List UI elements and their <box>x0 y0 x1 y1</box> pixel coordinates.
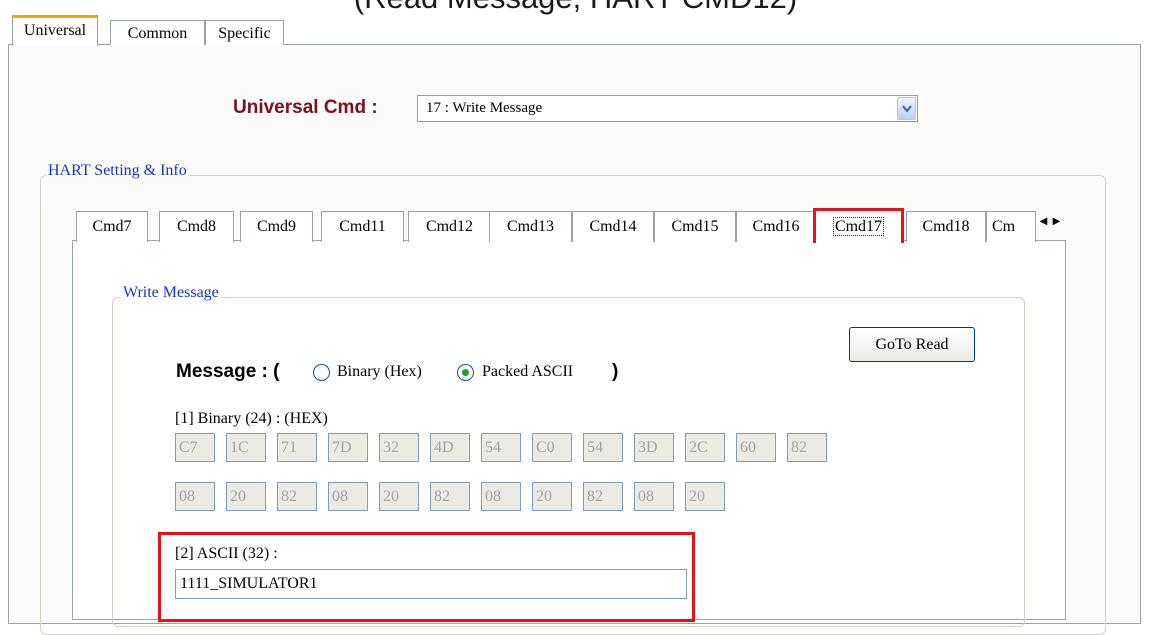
ascii-field-label: [2] ASCII (32) : <box>175 545 278 562</box>
universal-cmd-select[interactable]: 17 : Write Message <box>417 95 918 122</box>
tab-cmd16[interactable]: Cmd16 <box>736 211 816 242</box>
hex-byte-field[interactable]: 60 <box>736 433 776 462</box>
goto-read-button[interactable]: GoTo Read <box>849 327 975 362</box>
hex-byte-field[interactable]: 08 <box>481 482 521 511</box>
radio-binary-hex-label: Binary (Hex) <box>337 363 422 380</box>
tab-cmd13[interactable]: Cmd13 <box>489 211 572 242</box>
chevron-right-icon[interactable]: ▶ <box>1050 211 1063 233</box>
hex-byte-field[interactable]: 54 <box>481 433 521 462</box>
radio-packed-ascii-label: Packed ASCII <box>482 363 574 380</box>
hex-byte-field[interactable]: 82 <box>583 482 623 511</box>
tab-cmd9[interactable]: Cmd9 <box>240 211 313 242</box>
tab-cmd17-label: Cmd17 <box>832 217 885 236</box>
hex-byte-field[interactable]: 54 <box>583 433 623 462</box>
tab-cmd12[interactable]: Cmd12 <box>408 211 491 242</box>
radio-packed-ascii[interactable] <box>457 364 474 381</box>
tab-universal[interactable]: Universal <box>12 15 98 46</box>
tab-cmd7[interactable]: Cmd7 <box>76 211 148 242</box>
chevron-left-icon[interactable]: ◀ <box>1037 211 1050 233</box>
hex-byte-field[interactable]: 2C <box>685 433 725 462</box>
hex-byte-field[interactable]: 82 <box>277 482 317 511</box>
hex-byte-field[interactable]: 82 <box>430 482 470 511</box>
hex-byte-field[interactable]: 82 <box>787 433 827 462</box>
tab-specific[interactable]: Specific <box>205 20 284 45</box>
tab-cmd-overflow[interactable]: Cm <box>986 211 1036 242</box>
hex-byte-field[interactable]: 7D <box>328 433 368 462</box>
ascii-input[interactable]: 1111_SIMULATOR1 <box>175 569 687 599</box>
tab-cmd17[interactable]: Cmd17 <box>813 208 904 243</box>
hex-byte-field[interactable]: 20 <box>379 482 419 511</box>
hex-byte-field[interactable]: 71 <box>277 433 317 462</box>
hex-byte-field[interactable]: 20 <box>532 482 572 511</box>
tab-scroll-arrows: ◀ ▶ <box>1037 211 1065 233</box>
hex-byte-field[interactable]: 1C <box>226 433 266 462</box>
hex-byte-field[interactable]: 32 <box>379 433 419 462</box>
hex-byte-field[interactable]: 08 <box>634 482 674 511</box>
tab-cmd15[interactable]: Cmd15 <box>654 211 736 242</box>
hex-byte-field[interactable]: 4D <box>430 433 470 462</box>
message-close-paren: ) <box>612 361 619 382</box>
hex-byte-field[interactable]: C7 <box>175 433 215 462</box>
cmd-tab-strip: Cmd7 Cmd8 Cmd9 Cmd11 Cmd12 Cmd13 Cmd14 C… <box>76 208 1066 243</box>
universal-cmd-value: 17 : Write Message <box>426 100 543 116</box>
message-label: Message : ( <box>176 361 280 382</box>
hex-byte-field[interactable]: 08 <box>175 482 215 511</box>
hex-byte-field[interactable]: 08 <box>328 482 368 511</box>
tab-cmd8[interactable]: Cmd8 <box>159 211 234 242</box>
hex-byte-field[interactable]: 20 <box>685 482 725 511</box>
tab-cmd18[interactable]: Cmd18 <box>906 211 986 242</box>
tab-cmd11[interactable]: Cmd11 <box>321 211 404 242</box>
tab-cmd14[interactable]: Cmd14 <box>572 211 654 242</box>
write-message-legend: Write Message <box>121 284 221 302</box>
page-caption: (Read Message, HART CMD12) <box>0 0 1151 16</box>
hex-byte-field[interactable]: 20 <box>226 482 266 511</box>
radio-binary-hex[interactable] <box>313 364 330 381</box>
universal-cmd-label: Universal Cmd : <box>233 97 378 118</box>
hex-byte-field[interactable]: 3D <box>634 433 674 462</box>
hart-setting-legend: HART Setting & Info <box>46 162 189 180</box>
chevron-down-icon[interactable] <box>897 97 916 120</box>
hex-byte-field[interactable]: C0 <box>532 433 572 462</box>
binary-field-label: [1] Binary (24) : (HEX) <box>175 410 328 427</box>
tab-common[interactable]: Common <box>110 20 205 45</box>
